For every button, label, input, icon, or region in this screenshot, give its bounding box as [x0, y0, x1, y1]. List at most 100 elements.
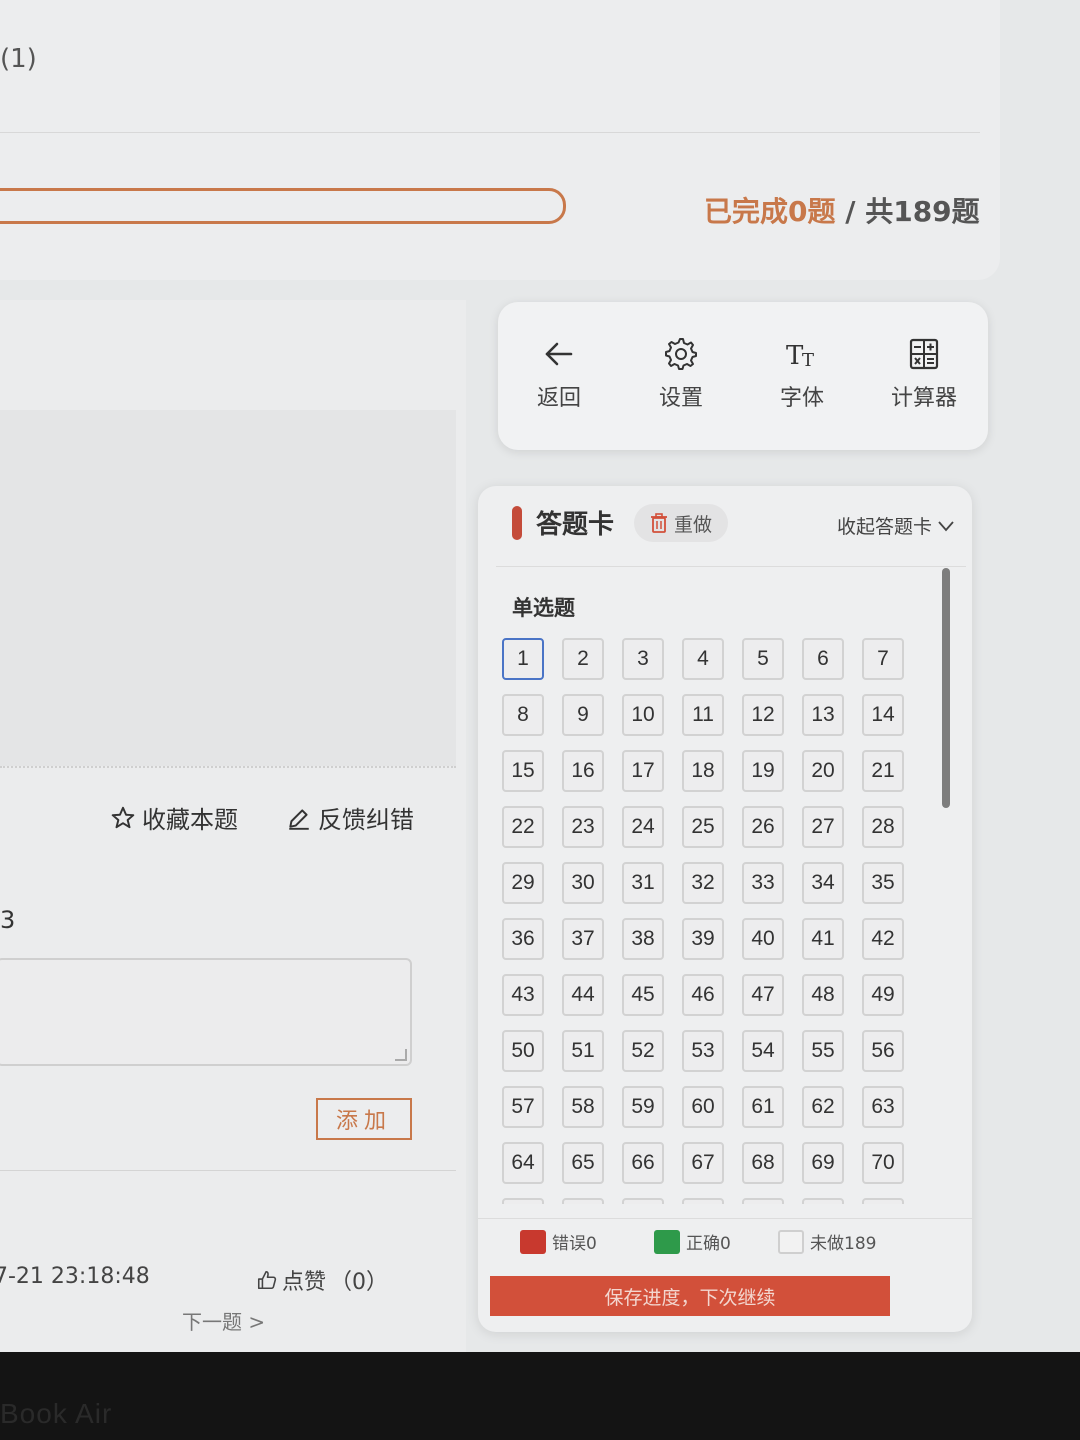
- question-cell[interactable]: 52: [622, 1030, 664, 1072]
- question-cell[interactable]: 48: [802, 974, 844, 1016]
- settings-button[interactable]: 设置: [631, 336, 731, 412]
- scrollbar[interactable]: [942, 568, 950, 808]
- favorite-button[interactable]: 收藏本题: [110, 800, 238, 835]
- question-cell[interactable]: 34: [802, 862, 844, 904]
- question-cell[interactable]: 12: [742, 694, 784, 736]
- like-button[interactable]: 点赞 （0）: [256, 1264, 388, 1296]
- question-cell[interactable]: 62: [802, 1086, 844, 1128]
- question-cell[interactable]: 71: [502, 1198, 544, 1204]
- font-button[interactable]: TT 字体: [752, 336, 852, 412]
- question-cell[interactable]: 5: [742, 638, 784, 680]
- question-cell[interactable]: 35: [862, 862, 904, 904]
- question-cell[interactable]: 64: [502, 1142, 544, 1184]
- question-cell[interactable]: 76: [802, 1198, 844, 1204]
- calculator-button[interactable]: 计算器: [874, 336, 974, 412]
- question-cell[interactable]: 70: [862, 1142, 904, 1184]
- question-cell[interactable]: 6: [802, 638, 844, 680]
- question-content: [0, 410, 456, 766]
- question-cell[interactable]: 45: [622, 974, 664, 1016]
- question-cell[interactable]: 10: [622, 694, 664, 736]
- question-cell[interactable]: 27: [802, 806, 844, 848]
- question-cell[interactable]: 11: [682, 694, 724, 736]
- question-cell[interactable]: 28: [862, 806, 904, 848]
- question-cell[interactable]: 67: [682, 1142, 724, 1184]
- question-cell[interactable]: 2: [562, 638, 604, 680]
- note-label: 3: [0, 906, 16, 934]
- question-cell[interactable]: 25: [682, 806, 724, 848]
- question-cell[interactable]: 55: [802, 1030, 844, 1072]
- feedback-button[interactable]: 反馈纠错: [286, 800, 414, 835]
- question-cell[interactable]: 23: [562, 806, 604, 848]
- question-cell[interactable]: 16: [562, 750, 604, 792]
- question-cell[interactable]: 49: [862, 974, 904, 1016]
- collapse-card-button[interactable]: 收起答题卡: [837, 512, 954, 539]
- question-cell[interactable]: 72: [562, 1198, 604, 1204]
- resize-handle[interactable]: [395, 1049, 407, 1061]
- question-cell[interactable]: 66: [622, 1142, 664, 1184]
- question-cell[interactable]: 69: [802, 1142, 844, 1184]
- question-cell[interactable]: 38: [622, 918, 664, 960]
- question-cell[interactable]: 33: [742, 862, 784, 904]
- question-cell[interactable]: 56: [862, 1030, 904, 1072]
- question-cell[interactable]: 73: [622, 1198, 664, 1204]
- question-cell[interactable]: 17: [622, 750, 664, 792]
- question-cell[interactable]: 40: [742, 918, 784, 960]
- divider: [0, 132, 980, 133]
- question-cell[interactable]: 1: [502, 638, 544, 680]
- feedback-label: 反馈纠错: [318, 806, 414, 834]
- question-cell[interactable]: 15: [502, 750, 544, 792]
- question-cell[interactable]: 26: [742, 806, 784, 848]
- redo-button[interactable]: 重做: [634, 504, 729, 542]
- question-cell[interactable]: 22: [502, 806, 544, 848]
- note-textarea[interactable]: [0, 958, 412, 1066]
- question-cell[interactable]: 59: [622, 1086, 664, 1128]
- question-cell[interactable]: 50: [502, 1030, 544, 1072]
- question-cell[interactable]: 43: [502, 974, 544, 1016]
- question-cell[interactable]: 51: [562, 1030, 604, 1072]
- question-cell[interactable]: 4: [682, 638, 724, 680]
- save-progress-button[interactable]: 保存进度，下次继续: [490, 1276, 890, 1316]
- add-button[interactable]: 添加: [316, 1098, 412, 1140]
- trash-icon: [651, 513, 667, 533]
- question-cell[interactable]: 65: [562, 1142, 604, 1184]
- question-cell[interactable]: 74: [682, 1198, 724, 1204]
- question-cell[interactable]: 18: [682, 750, 724, 792]
- question-cell[interactable]: 46: [682, 974, 724, 1016]
- question-cell[interactable]: 60: [682, 1086, 724, 1128]
- question-cell[interactable]: 24: [622, 806, 664, 848]
- next-question-button[interactable]: 下一题 >: [182, 1306, 265, 1335]
- question-cell[interactable]: 75: [742, 1198, 784, 1204]
- question-cell[interactable]: 14: [862, 694, 904, 736]
- question-cell[interactable]: 77: [862, 1198, 904, 1204]
- question-cell[interactable]: 63: [862, 1086, 904, 1128]
- question-cell[interactable]: 61: [742, 1086, 784, 1128]
- paper-title: (1): [0, 44, 37, 74]
- question-cell[interactable]: 21: [862, 750, 904, 792]
- question-cell[interactable]: 47: [742, 974, 784, 1016]
- question-cell[interactable]: 19: [742, 750, 784, 792]
- back-button[interactable]: 返回: [509, 336, 609, 412]
- question-cell[interactable]: 31: [622, 862, 664, 904]
- question-cell[interactable]: 44: [562, 974, 604, 1016]
- question-cell[interactable]: 9: [562, 694, 604, 736]
- question-cell[interactable]: 39: [682, 918, 724, 960]
- question-cell[interactable]: 36: [502, 918, 544, 960]
- question-cell[interactable]: 57: [502, 1086, 544, 1128]
- question-cell[interactable]: 53: [682, 1030, 724, 1072]
- question-cell[interactable]: 29: [502, 862, 544, 904]
- question-cell[interactable]: 41: [802, 918, 844, 960]
- question-cell[interactable]: 7: [862, 638, 904, 680]
- question-grid-scroll[interactable]: 1 2 3 4 5 6 7 8 9 10 11 12 13 14 15 16 17 18 19 20 21 22 23 24 2…: [502, 638, 942, 1204]
- question-cell[interactable]: 32: [682, 862, 724, 904]
- question-cell[interactable]: 42: [862, 918, 904, 960]
- question-cell[interactable]: 54: [742, 1030, 784, 1072]
- question-cell[interactable]: 3: [622, 638, 664, 680]
- question-cell[interactable]: 37: [562, 918, 604, 960]
- question-cell[interactable]: 13: [802, 694, 844, 736]
- question-cell[interactable]: 58: [562, 1086, 604, 1128]
- legend: 错误0 正确0 未做189: [478, 1218, 972, 1273]
- question-cell[interactable]: 30: [562, 862, 604, 904]
- question-cell[interactable]: 20: [802, 750, 844, 792]
- question-cell[interactable]: 68: [742, 1142, 784, 1184]
- question-cell[interactable]: 8: [502, 694, 544, 736]
